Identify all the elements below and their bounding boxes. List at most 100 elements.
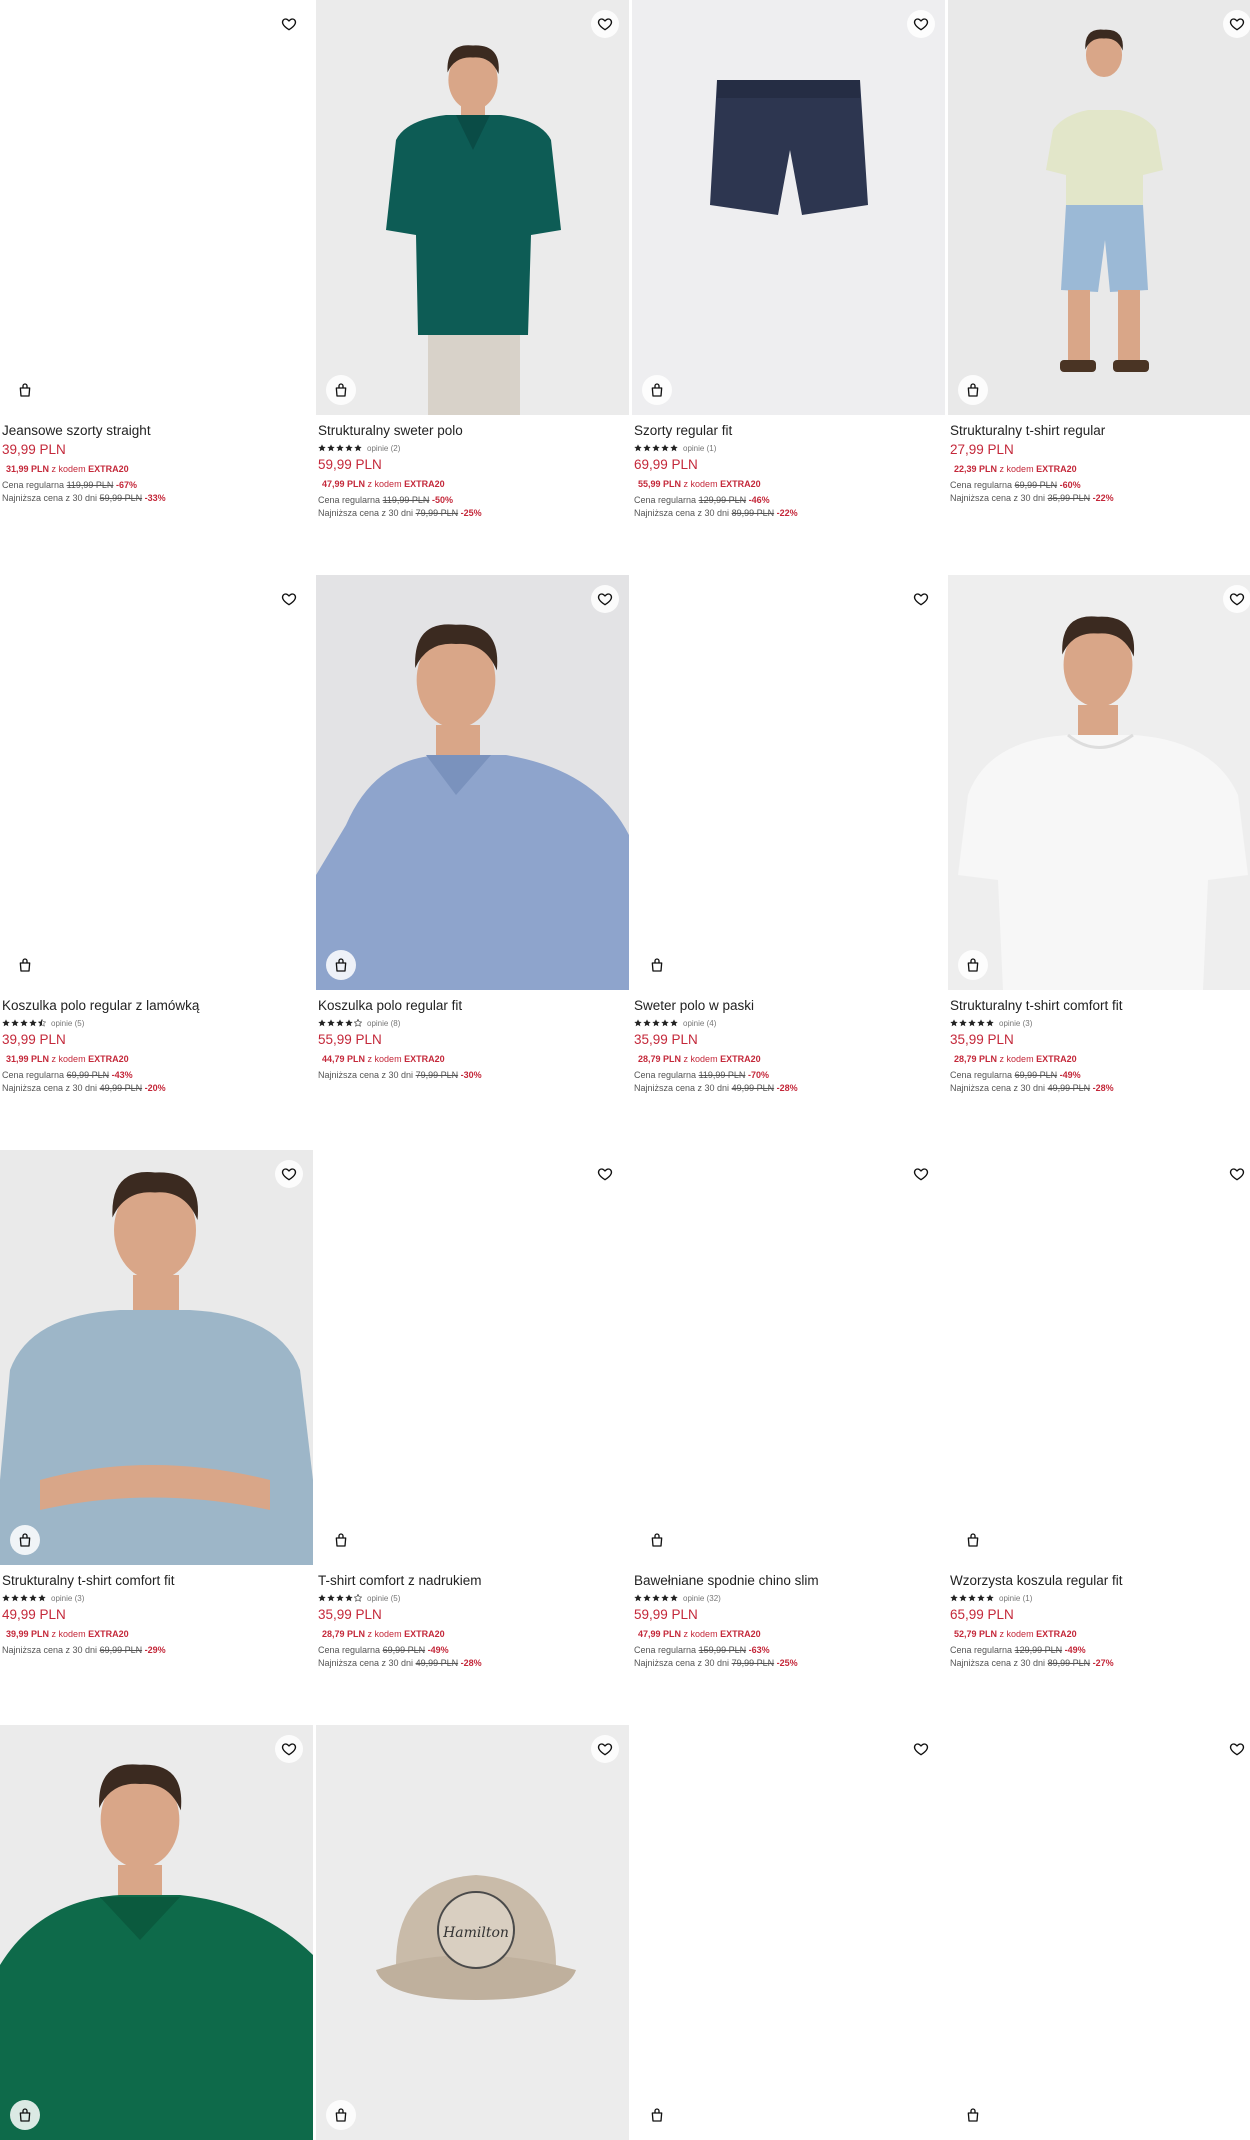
product-name[interactable]: Koszulka polo regular fit: [318, 997, 629, 1015]
product-card[interactable]: [632, 1725, 945, 2140]
heart-icon[interactable]: [907, 1735, 935, 1763]
product-card[interactable]: [948, 1725, 1250, 2140]
heart-icon[interactable]: [1223, 1160, 1250, 1188]
heart-icon[interactable]: [591, 1735, 619, 1763]
product-card[interactable]: Strukturalny sweter polo opinie (2) 59,99 …: [316, 0, 629, 570]
product-image[interactable]: [316, 1150, 629, 1565]
lowest-price: 49,99 PLN: [99, 1083, 143, 1093]
product-name[interactable]: Jeansowe szorty straight: [2, 422, 313, 440]
promo-code: EXTRA20: [404, 479, 445, 489]
product-info: Strukturalny sweter polo opinie (2) 59,99 …: [316, 422, 629, 520]
heart-icon[interactable]: [1223, 10, 1250, 38]
product-card[interactable]: Strukturalny t-shirt comfort fit opinie (…: [948, 575, 1250, 1145]
product-info: Koszulka polo regular z lamówką opinie (5…: [0, 997, 313, 1095]
star-icon: [959, 1019, 967, 1027]
product-image[interactable]: [0, 0, 313, 415]
rating: opinie (4): [634, 1016, 945, 1030]
product-name[interactable]: Sweter polo w paski: [634, 997, 945, 1015]
product-card[interactable]: [0, 1725, 313, 2140]
product-name[interactable]: Strukturalny t-shirt comfort fit: [950, 997, 1250, 1015]
product-image[interactable]: Hamilton: [316, 1725, 629, 2140]
shopping-bag-icon[interactable]: [958, 950, 988, 980]
star-icon: [345, 1019, 353, 1027]
product-image[interactable]: [632, 1725, 945, 2140]
product-name[interactable]: T-shirt comfort z nadrukiem: [318, 1572, 629, 1590]
heart-icon[interactable]: [907, 1160, 935, 1188]
shopping-bag-icon[interactable]: [958, 2100, 988, 2130]
product-card[interactable]: Strukturalny t-shirt regular 27,99 PLN 22,…: [948, 0, 1250, 570]
product-card[interactable]: Koszulka polo regular fit opinie (8) 55,99…: [316, 575, 629, 1145]
shopping-bag-icon[interactable]: [642, 2100, 672, 2130]
product-name[interactable]: Strukturalny t-shirt regular: [950, 422, 1250, 440]
promo-text: z kodem: [683, 479, 718, 489]
product-image[interactable]: [316, 0, 629, 415]
heart-icon[interactable]: [907, 10, 935, 38]
product-name[interactable]: Koszulka polo regular z lamówką: [2, 997, 313, 1015]
price: 27,99 PLN: [950, 442, 1014, 457]
product-card[interactable]: Hamilton: [316, 1725, 629, 2140]
product-name[interactable]: Szorty regular fit: [634, 422, 945, 440]
product-image[interactable]: [632, 0, 945, 415]
heart-icon[interactable]: [275, 585, 303, 613]
shopping-bag-icon[interactable]: [642, 1525, 672, 1555]
heart-icon[interactable]: [275, 1160, 303, 1188]
product-name[interactable]: Bawełniane spodnie chino slim: [634, 1572, 945, 1590]
heart-icon[interactable]: [1223, 585, 1250, 613]
product-image[interactable]: [316, 575, 629, 990]
promo-price: 52,79 PLN: [954, 1629, 998, 1639]
regular-price-line: Cena regularna 69,99 PLN -43%: [2, 1069, 313, 1082]
shopping-bag-icon[interactable]: [958, 375, 988, 405]
shopping-bag-icon[interactable]: [326, 375, 356, 405]
product-image[interactable]: [948, 0, 1250, 415]
heart-icon[interactable]: [1223, 1735, 1250, 1763]
product-image[interactable]: [632, 575, 945, 990]
shopping-bag-icon[interactable]: [642, 375, 672, 405]
shopping-bag-icon[interactable]: [326, 1525, 356, 1555]
star-icon: [652, 444, 660, 452]
heart-icon[interactable]: [591, 10, 619, 38]
star-icon: [2, 1594, 10, 1602]
shopping-bag-icon[interactable]: [10, 2100, 40, 2130]
shopping-bag-icon[interactable]: [958, 1525, 988, 1555]
shopping-bag-icon[interactable]: [10, 950, 40, 980]
heart-icon[interactable]: [907, 585, 935, 613]
product-image[interactable]: [0, 575, 313, 990]
product-card[interactable]: Sweter polo w paski opinie (4) 35,99 PLN 28…: [632, 575, 945, 1145]
product-card[interactable]: Wzorzysta koszula regular fit opinie (1) 6…: [948, 1150, 1250, 1720]
product-card[interactable]: Koszulka polo regular z lamówką opinie (5…: [0, 575, 313, 1145]
product-image[interactable]: [948, 575, 1250, 990]
heart-icon[interactable]: [591, 585, 619, 613]
product-info: Szorty regular fit opinie (1) 69,99 PLN 55,…: [632, 422, 945, 520]
heart-icon[interactable]: [591, 1160, 619, 1188]
shopping-bag-icon[interactable]: [10, 1525, 40, 1555]
product-image[interactable]: [948, 1150, 1250, 1565]
product-card[interactable]: Jeansowe szorty straight 39,99 PLN 31,99 P…: [0, 0, 313, 570]
product-card[interactable]: Strukturalny t-shirt comfort fit opinie (…: [0, 1150, 313, 1720]
product-name[interactable]: Wzorzysta koszula regular fit: [950, 1572, 1250, 1590]
product-card[interactable]: T-shirt comfort z nadrukiem opinie (5) 35,…: [316, 1150, 629, 1720]
lowest-discount: -25%: [460, 508, 482, 518]
promo-code: EXTRA20: [1036, 464, 1077, 474]
shopping-bag-icon[interactable]: [642, 950, 672, 980]
star-icon: [977, 1019, 985, 1027]
price: 35,99 PLN: [950, 1032, 1014, 1047]
heart-icon[interactable]: [275, 10, 303, 38]
product-image[interactable]: [0, 1150, 313, 1565]
shopping-bag-icon[interactable]: [10, 375, 40, 405]
product-photo: [632, 0, 945, 415]
regular-price-line: Cena regularna 159,99 PLN -63%: [634, 1644, 945, 1657]
product-image[interactable]: [632, 1150, 945, 1565]
lowest-discount: -28%: [1092, 1083, 1114, 1093]
product-name[interactable]: Strukturalny sweter polo: [318, 422, 629, 440]
star-icon: [652, 1594, 660, 1602]
heart-icon[interactable]: [275, 1735, 303, 1763]
star-icon: [318, 444, 326, 452]
product-name[interactable]: Strukturalny t-shirt comfort fit: [2, 1572, 313, 1590]
lowest-discount: -22%: [1092, 493, 1114, 503]
product-image[interactable]: [948, 1725, 1250, 2140]
product-image[interactable]: [0, 1725, 313, 2140]
shopping-bag-icon[interactable]: [326, 2100, 356, 2130]
shopping-bag-icon[interactable]: [326, 950, 356, 980]
product-card[interactable]: Bawełniane spodnie chino slim opinie (32)…: [632, 1150, 945, 1720]
product-card[interactable]: Szorty regular fit opinie (1) 69,99 PLN 55,…: [632, 0, 945, 570]
